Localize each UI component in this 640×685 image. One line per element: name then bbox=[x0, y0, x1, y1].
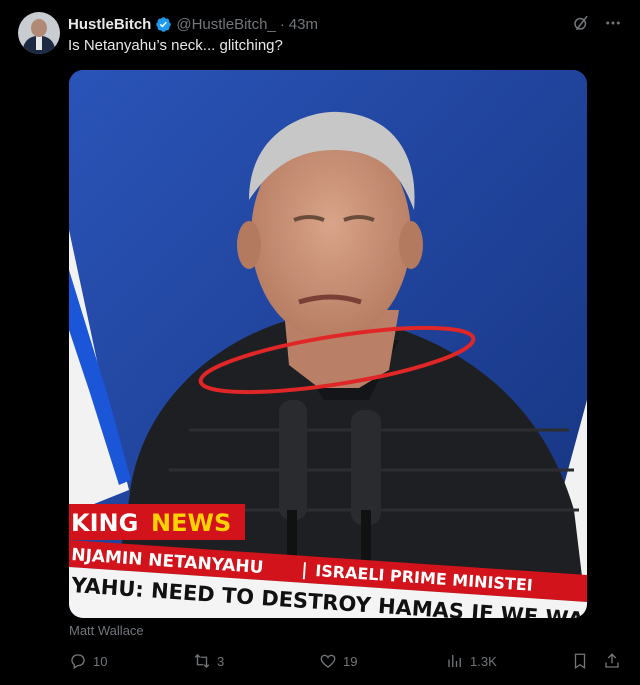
reply-button[interactable]: 10 bbox=[69, 652, 107, 670]
timestamp[interactable]: 43m bbox=[289, 16, 318, 33]
media-image: KING NEWS NJAMIN NETANYAHU | ISRAELI PRI… bbox=[69, 70, 587, 618]
views-icon bbox=[448, 655, 461, 667]
reply-count: 10 bbox=[93, 653, 108, 669]
share-icon bbox=[605, 653, 619, 668]
verified-badge-icon bbox=[156, 16, 172, 32]
grok-icon[interactable] bbox=[572, 14, 590, 32]
bookmark-icon bbox=[574, 653, 586, 670]
separator-dot: · bbox=[279, 15, 285, 33]
author-handle[interactable]: @HustleBitch_ bbox=[176, 16, 275, 33]
tweet[interactable]: HustleBitch @HustleBitch_ · 43m Is Netan… bbox=[0, 0, 640, 685]
views-button[interactable]: 1.3K bbox=[446, 652, 497, 670]
tweet-text: Is Netanyahu’s neck... glitching? bbox=[68, 37, 283, 54]
avatar[interactable] bbox=[18, 12, 60, 54]
banner-news: NEWS bbox=[151, 509, 231, 537]
tweet-media[interactable]: KING NEWS NJAMIN NETANYAHU | ISRAELI PRI… bbox=[69, 70, 587, 618]
banner-prefix: KING bbox=[71, 509, 138, 537]
heart-icon bbox=[320, 654, 336, 668]
like-count: 19 bbox=[343, 653, 358, 669]
microphone-left bbox=[279, 400, 307, 520]
repost-icon bbox=[194, 654, 210, 668]
author-name[interactable]: HustleBitch bbox=[68, 16, 151, 33]
repost-button[interactable]: 3 bbox=[193, 652, 224, 670]
microphone-right bbox=[351, 410, 381, 525]
share-button[interactable] bbox=[603, 652, 621, 670]
header-actions bbox=[572, 14, 622, 32]
action-bar: 10 3 19 1.3K bbox=[69, 652, 625, 672]
more-icon[interactable] bbox=[604, 14, 622, 32]
media-credit[interactable]: Matt Wallace bbox=[69, 623, 144, 638]
views-count: 1.3K bbox=[470, 653, 497, 669]
like-button[interactable]: 19 bbox=[319, 652, 357, 670]
repost-count: 3 bbox=[217, 653, 225, 669]
bookmark-button[interactable] bbox=[571, 652, 589, 670]
reply-icon bbox=[71, 654, 85, 669]
tweet-header: HustleBitch @HustleBitch_ · 43m bbox=[68, 14, 318, 34]
